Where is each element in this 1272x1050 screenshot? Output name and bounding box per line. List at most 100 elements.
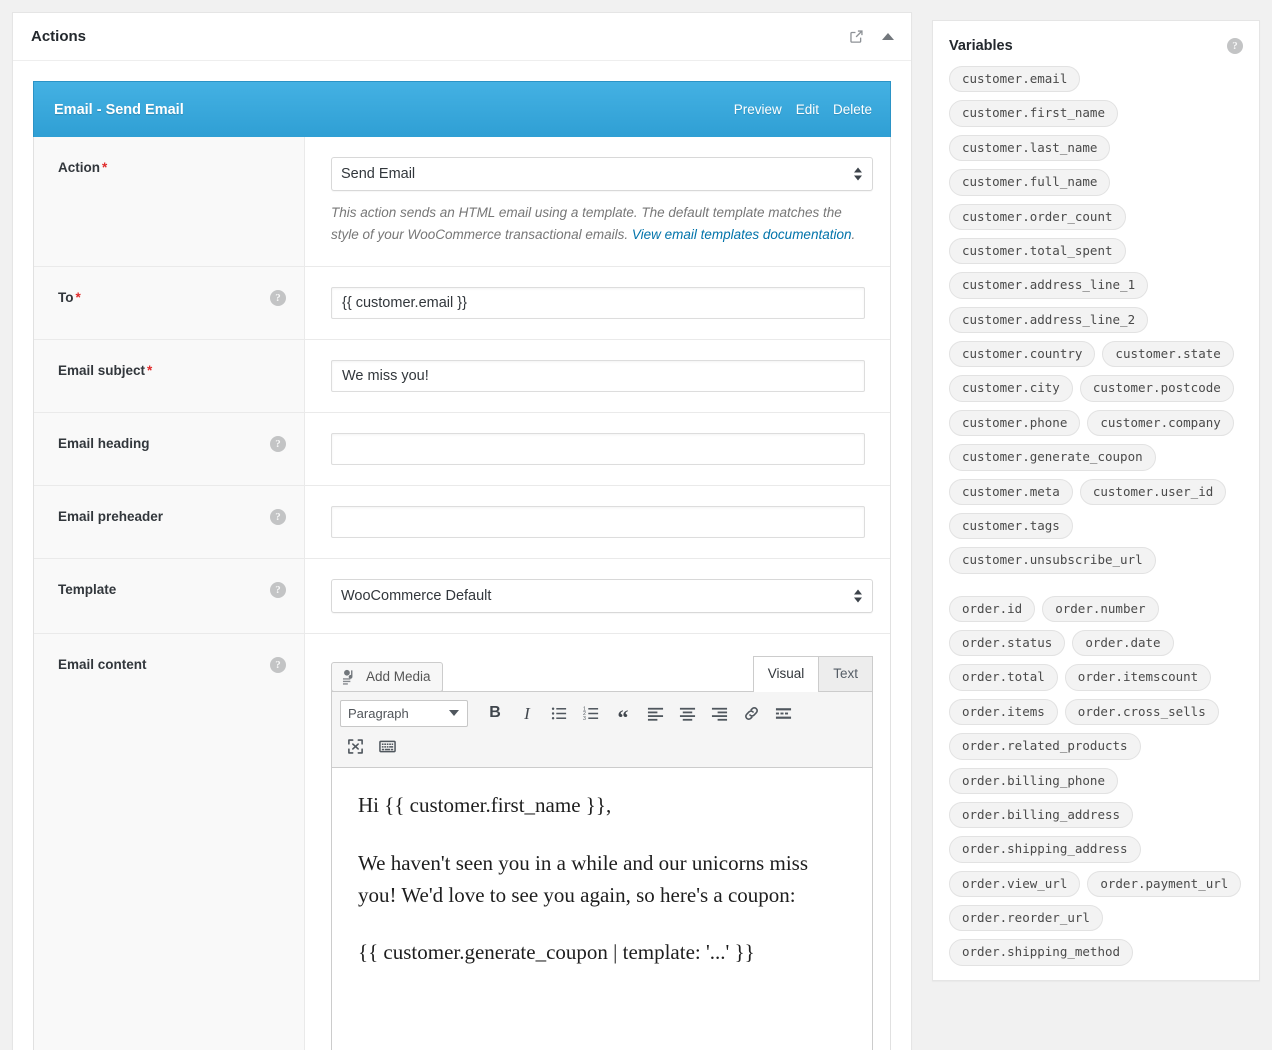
label-action: Action * — [58, 160, 108, 175]
variable-pill[interactable]: customer.meta — [949, 478, 1073, 505]
variable-pill[interactable]: customer.city — [949, 375, 1073, 402]
tab-text[interactable]: Text — [818, 655, 873, 692]
template-select[interactable]: WooCommerce Default — [331, 578, 873, 613]
subject-input[interactable] — [331, 359, 865, 392]
help-icon-template[interactable]: ? — [270, 581, 286, 598]
variable-pill[interactable]: customer.first_name — [949, 100, 1118, 127]
variables-panel: Variables ? customer.email customer.first… — [932, 20, 1260, 981]
help-icon-to[interactable]: ? — [270, 289, 286, 306]
align-left-icon[interactable] — [640, 700, 670, 727]
help-icon-preheader[interactable]: ? — [270, 508, 286, 525]
variable-pill[interactable]: customer.total_spent — [949, 237, 1126, 265]
variable-pill[interactable]: order.billing_address — [949, 801, 1134, 829]
preheader-input[interactable] — [331, 505, 865, 538]
variable-pill[interactable]: order.itemscount — [1064, 664, 1212, 691]
to-input[interactable] — [331, 286, 865, 319]
actions-metabox-header: Actions — [13, 13, 911, 61]
actions-metabox-body: Email - Send Email Preview Edit Delete A… — [13, 61, 911, 1050]
variable-pill[interactable]: customer.address_line_1 — [949, 272, 1149, 299]
tab-visual[interactable]: Visual — [752, 655, 820, 692]
collapse-toggle-icon[interactable] — [882, 33, 894, 40]
variable-pill[interactable]: customer.last_name — [949, 134, 1111, 162]
variable-pill[interactable]: customer.country — [949, 341, 1096, 368]
blockquote-icon[interactable]: “ — [608, 700, 638, 728]
action-description-period: . — [851, 226, 856, 242]
add-media-icon — [341, 668, 359, 686]
variable-pill[interactable]: customer.unsubscribe_url — [949, 547, 1156, 574]
align-center-icon[interactable] — [672, 700, 702, 727]
bold-icon[interactable]: B — [480, 700, 510, 727]
keyboard-shortcuts-icon[interactable] — [372, 733, 402, 760]
help-icon-variables[interactable]: ? — [1227, 38, 1243, 54]
label-cell-template: Template ? — [34, 558, 305, 633]
variable-pill[interactable]: order.items — [949, 698, 1058, 726]
label-cell-to: To * ? — [34, 266, 305, 339]
action-select[interactable]: Send Email — [331, 157, 873, 191]
label-cell-content: Email content ? — [34, 633, 305, 1050]
align-right-icon[interactable] — [704, 700, 734, 727]
variable-pill[interactable]: order.date — [1072, 630, 1174, 657]
fullscreen-icon[interactable] — [340, 733, 370, 760]
editor-mode-tabs: Visual Text — [752, 655, 873, 692]
help-icon-content[interactable]: ? — [270, 656, 286, 673]
preview-link[interactable]: Preview — [734, 102, 782, 117]
insert-link-icon[interactable] — [736, 700, 766, 727]
external-link-icon[interactable] — [849, 29, 864, 44]
variable-pill[interactable]: order.payment_url — [1087, 870, 1242, 897]
variable-pill[interactable]: customer.order_count — [949, 203, 1126, 230]
variable-pill[interactable]: order.shipping_address — [949, 836, 1141, 863]
email-templates-doc-link[interactable]: View email templates documentation — [632, 227, 852, 242]
label-subject: Email subject * — [58, 362, 153, 378]
numbered-list-icon[interactable]: 1 2 3 — [576, 700, 606, 727]
variable-pill[interactable]: customer.user_id — [1079, 478, 1227, 505]
editor-paragraph: {{ customer.generate_coupon | template: … — [358, 940, 755, 965]
format-select[interactable]: Paragraph — [340, 699, 468, 727]
wp-editor: Add Media Visual Text Paragraph B I 1 2 … — [331, 654, 873, 1050]
label-heading: Email heading — [58, 435, 150, 451]
editor-content-area[interactable]: Hi {{ customer.first_name }}, We haven't… — [331, 767, 873, 1050]
variable-pill[interactable]: customer.tags — [949, 512, 1073, 540]
form-row-subject: Email subject * — [34, 339, 890, 413]
variable-pill[interactable]: customer.postcode — [1079, 375, 1234, 402]
variable-pill[interactable]: customer.phone — [949, 409, 1081, 437]
heading-input[interactable] — [331, 432, 865, 465]
action-card-header: Email - Send Email Preview Edit Delete — [33, 81, 891, 137]
variable-pill[interactable]: order.status — [949, 630, 1066, 657]
bulleted-list-icon[interactable] — [544, 700, 574, 727]
editor-toolbar-row-2 — [340, 733, 864, 760]
required-marker: * — [102, 160, 108, 175]
editor-paragraph: We haven't seen you in a while and our u… — [358, 850, 808, 907]
label-cell-action: Action * — [34, 137, 305, 266]
edit-link[interactable]: Edit — [796, 102, 819, 117]
variable-pill[interactable]: order.total — [949, 664, 1058, 691]
add-media-button[interactable]: Add Media — [331, 661, 443, 692]
variable-pill[interactable]: order.id — [949, 595, 1036, 622]
variables-panel-header: Variables ? — [949, 37, 1243, 54]
variable-pill[interactable]: order.reorder_url — [949, 905, 1103, 932]
variable-pill[interactable]: order.number — [1042, 595, 1159, 622]
variable-pill[interactable]: order.view_url — [949, 870, 1081, 897]
variable-pill[interactable]: order.cross_sells — [1064, 698, 1219, 726]
variable-pill[interactable]: customer.full_name — [949, 169, 1111, 196]
form-row-to: To * ? — [34, 266, 890, 340]
format-select-wrap: Paragraph — [340, 699, 468, 727]
variable-pill[interactable]: customer.company — [1087, 409, 1234, 437]
variable-pill[interactable]: customer.generate_coupon — [949, 444, 1156, 471]
field-cell-template: WooCommerce Default — [305, 559, 898, 633]
delete-link[interactable]: Delete — [833, 102, 872, 117]
italic-icon[interactable]: I — [512, 700, 542, 727]
variable-pill[interactable]: customer.state — [1102, 341, 1234, 368]
variable-pill[interactable]: order.billing_phone — [949, 767, 1118, 794]
label-template: Template — [58, 581, 117, 597]
variable-pill[interactable]: order.related_products — [949, 733, 1141, 760]
form-row-action: Action * Send Email This action sends an… — [34, 137, 890, 267]
variables-panel-title: Variables — [949, 37, 1013, 54]
variable-pill[interactable]: customer.email — [949, 66, 1081, 93]
variable-pill[interactable]: customer.address_line_2 — [949, 306, 1149, 333]
required-marker: * — [75, 289, 81, 305]
read-more-icon[interactable] — [768, 700, 798, 727]
label-cell-heading: Email heading ? — [34, 412, 305, 485]
help-icon-heading[interactable]: ? — [270, 435, 286, 452]
variable-pill[interactable]: order.shipping_method — [949, 939, 1134, 966]
field-cell-subject — [305, 340, 890, 412]
